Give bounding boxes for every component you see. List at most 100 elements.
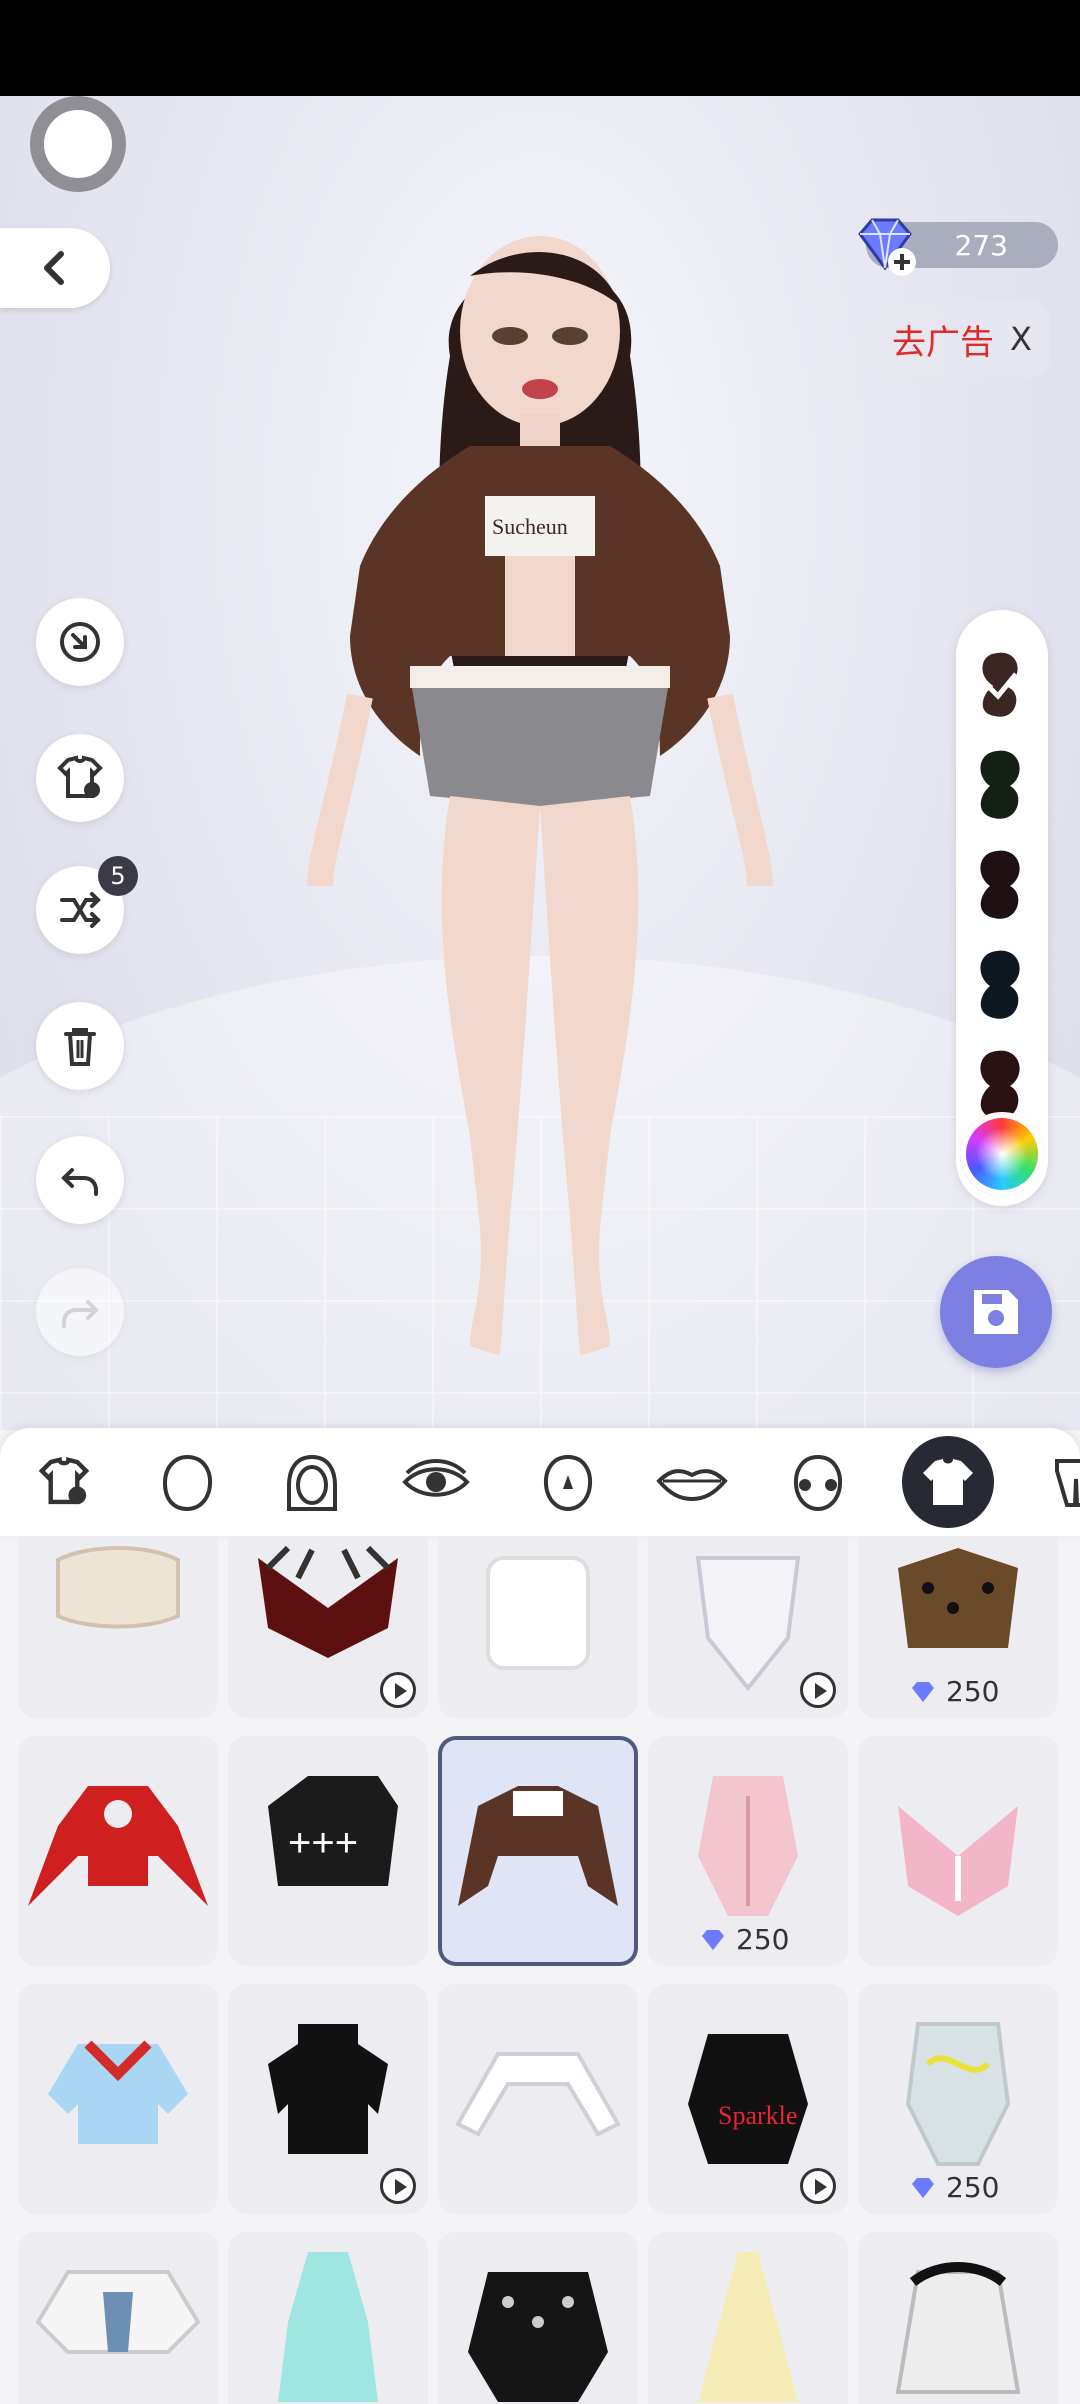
- item-card-r1c2[interactable]: [228, 1536, 428, 1718]
- diamond-icon: [912, 2177, 934, 2198]
- gem-count: 273: [954, 228, 1008, 262]
- item-price: 250: [908, 1675, 999, 1708]
- tab-eyes[interactable]: [390, 1436, 482, 1528]
- shorts-icon: [1055, 1459, 1080, 1507]
- undo-button[interactable]: [36, 1136, 124, 1224]
- color-swatch-4[interactable]: [972, 946, 1030, 1026]
- save-icon: [974, 1290, 1018, 1334]
- item-price-value: 250: [736, 1923, 790, 1956]
- redo-button[interactable]: [36, 1268, 124, 1356]
- shuffle-count-badge: 5: [98, 856, 138, 896]
- hair-icon: [287, 1454, 337, 1511]
- shirt-pin-icon: [57, 755, 103, 798]
- chevron-left-icon: [44, 251, 64, 285]
- eye-icon: [402, 1459, 470, 1497]
- auto-dress-button[interactable]: [36, 598, 124, 686]
- svg-text:Sucheun: Sucheun: [492, 514, 568, 539]
- item-card-r3c1[interactable]: [18, 1984, 218, 2214]
- yellow-halter-top-thumbnail: [698, 2252, 798, 2402]
- item-card-r1c1[interactable]: [18, 1536, 218, 1718]
- avatar-figure: Sucheun: [307, 236, 773, 1356]
- item-card-r2c1[interactable]: [18, 1736, 218, 1966]
- save-look-button[interactable]: [940, 1256, 1052, 1368]
- item-card-r2c5[interactable]: [858, 1736, 1058, 1966]
- back-button[interactable]: [0, 228, 110, 308]
- tab-tops[interactable]: [902, 1436, 994, 1528]
- lips-icon: [656, 1469, 728, 1502]
- item-card-r2c3[interactable]: [438, 1736, 638, 1966]
- blue-collared-top-thumbnail: [48, 2040, 188, 2144]
- tab-face-paint[interactable]: [772, 1436, 864, 1528]
- avatar-stage: Sucheun: [0, 96, 1080, 1430]
- shirt-pin-icon: [38, 1457, 90, 1505]
- white-lace-top-thumbnail: [486, 1556, 590, 1670]
- pink-halter-top-thumbnail: [898, 1806, 1018, 1916]
- tab-lips[interactable]: [646, 1436, 738, 1528]
- tube-top-thumbnail: [56, 1546, 180, 1629]
- remove-ads-label: 去广告: [892, 322, 995, 363]
- svg-text:+++: +++: [288, 1821, 358, 1865]
- item-card-r1c3[interactable]: [438, 1536, 638, 1718]
- item-price: 250: [908, 2171, 999, 2204]
- tshirt-icon: [923, 1459, 973, 1505]
- category-tabs: [0, 1428, 1080, 1536]
- video-unlock-icon: [800, 2168, 836, 2204]
- diamond-add-icon[interactable]: [850, 210, 920, 280]
- face-paint-icon: [794, 1454, 842, 1512]
- item-card-r2c2[interactable]: +++: [228, 1736, 428, 1966]
- video-unlock-icon: [800, 1672, 836, 1708]
- item-card-r3c4[interactable]: Sparkle: [648, 1984, 848, 2214]
- remove-ads-button[interactable]: 去广告 X: [874, 300, 1050, 378]
- face-shape-icon: [162, 1454, 212, 1512]
- item-card-r3c3[interactable]: [438, 1984, 638, 2214]
- item-card-r1c4[interactable]: [648, 1536, 848, 1718]
- black-corset-thumbnail: [468, 2272, 608, 2402]
- item-card-r4c5[interactable]: [858, 2232, 1058, 2404]
- svg-text:Sparkle: Sparkle: [718, 2101, 797, 2130]
- mint-ruffle-top-thumbnail: [278, 2252, 378, 2402]
- item-card-r4c3[interactable]: [438, 2232, 638, 2404]
- item-price: 250: [698, 1923, 789, 1956]
- delete-button[interactable]: [36, 1002, 124, 1090]
- color-swatch-2[interactable]: [972, 746, 1030, 826]
- tab-hair[interactable]: [266, 1436, 358, 1528]
- trash-icon: [64, 1028, 96, 1066]
- item-price-value: 250: [946, 1675, 1000, 1708]
- status-bar: [0, 0, 1080, 96]
- white-shrug-thumbnail: [455, 2052, 621, 2137]
- red-crop-top-thumbnail: [28, 1786, 208, 1906]
- brown-cardigan-thumbnail: [458, 1786, 618, 1906]
- color-swatch-3[interactable]: [972, 846, 1030, 926]
- white-fur-trim-top-thumbnail: [895, 2262, 1021, 2394]
- redo-icon: [62, 1300, 99, 1328]
- tab-nose[interactable]: [522, 1436, 614, 1528]
- diamond-icon: [702, 1929, 724, 1950]
- tab-face-shape[interactable]: [142, 1436, 234, 1528]
- item-card-r3c5[interactable]: 250: [858, 1984, 1058, 2214]
- hair-color-panel: [956, 610, 1048, 1206]
- item-card-r4c4[interactable]: [648, 2232, 848, 2404]
- video-unlock-icon: [380, 1672, 416, 1708]
- white-tie-top-thumbnail: [35, 2270, 201, 2354]
- item-grid: 250 +++ 250 Sparkle 250: [0, 1536, 1080, 2404]
- remove-ads-close[interactable]: X: [1010, 320, 1032, 358]
- item-price-value: 250: [946, 2171, 1000, 2204]
- item-card-r4c2[interactable]: [228, 2232, 428, 2404]
- tab-bottoms[interactable]: [1030, 1436, 1080, 1528]
- record-button[interactable]: [30, 96, 126, 192]
- color-swatch-1[interactable]: [972, 646, 1030, 726]
- color-wheel-button[interactable]: [960, 1112, 1044, 1196]
- diamond-icon: [912, 1681, 934, 1702]
- item-card-r4c1[interactable]: [18, 2232, 218, 2404]
- item-card-r1c5[interactable]: 250: [858, 1536, 1058, 1718]
- tab-saved-look[interactable]: [18, 1436, 110, 1528]
- arrow-in-circle-icon: [60, 622, 100, 662]
- black-sports-bra-thumbnail: +++: [268, 1776, 398, 1886]
- item-card-r3c2[interactable]: [228, 1984, 428, 2214]
- nose-icon: [544, 1454, 592, 1512]
- shuffle-icon: [60, 892, 101, 928]
- item-card-r2c4[interactable]: 250: [648, 1736, 848, 1966]
- outfit-location-button[interactable]: [36, 734, 124, 822]
- undo-icon: [61, 1168, 98, 1196]
- video-unlock-icon: [380, 2168, 416, 2204]
